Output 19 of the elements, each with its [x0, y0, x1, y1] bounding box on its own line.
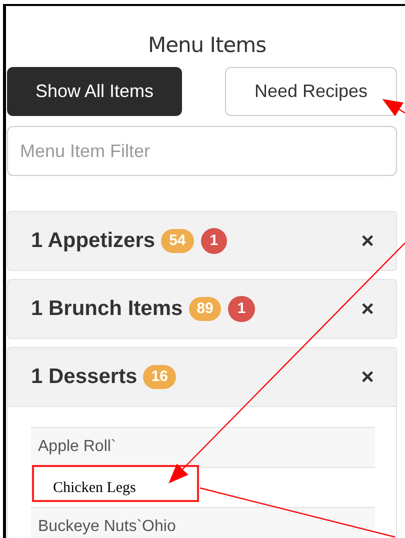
filter-button[interactable]: Show All Items [7, 67, 182, 116]
count-badge: 54 [161, 229, 194, 253]
count-badge: 89 [188, 297, 222, 321]
alert-badge: 1 [228, 296, 255, 322]
filter-button[interactable]: Need Recipes [225, 67, 397, 116]
alert-badge: 1 [200, 228, 228, 254]
menu-item[interactable]: Apple Roll` [31, 427, 375, 467]
category-name[interactable]: 1 Desserts [31, 361, 138, 393]
count-badge: 16 [143, 365, 176, 389]
close-button[interactable]: × [361, 298, 374, 320]
page-title: Menu Items [146, 32, 268, 59]
annotation-callout: Chicken Legs [32, 465, 199, 502]
close-button[interactable]: × [361, 366, 374, 388]
menu-item[interactable]: Buckeye Nuts`Ohio [31, 507, 375, 538]
category-name[interactable]: 1 Brunch Items [31, 293, 183, 325]
close-button[interactable]: × [361, 230, 374, 252]
search-field[interactable]: Menu Item Filter [7, 126, 397, 176]
category-name[interactable]: 1 Appetizers [31, 225, 156, 257]
annotation-arrow [382, 98, 405, 116]
